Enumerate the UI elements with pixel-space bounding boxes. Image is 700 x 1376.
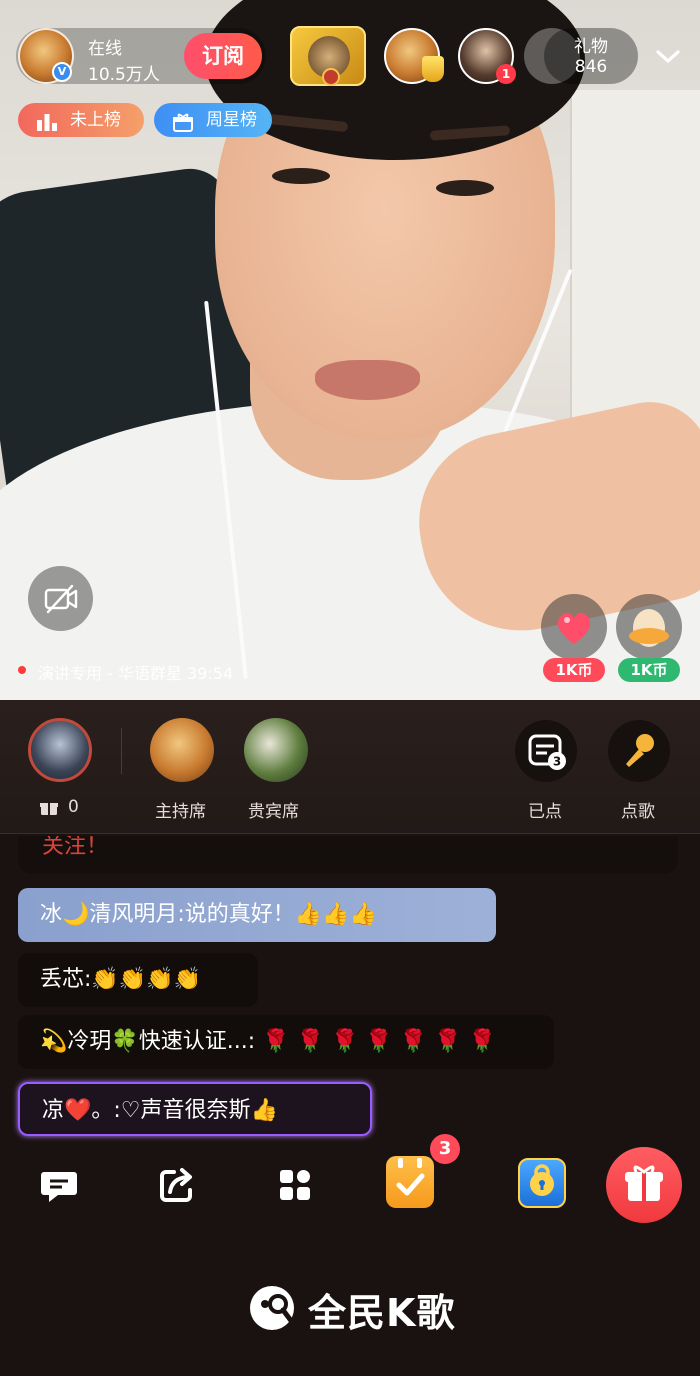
chat-message-faded: 关注！ — [18, 836, 678, 874]
requested-count: 3 — [553, 755, 561, 769]
video-mouth — [315, 360, 420, 400]
treasure-lock-button[interactable] — [518, 1158, 566, 1208]
share-icon — [160, 1168, 192, 1202]
song-info-text: 演讲专用 - 华语群星 39:54 — [38, 664, 234, 683]
verified-v-icon: V — [52, 62, 72, 82]
video-left-eye — [272, 168, 330, 184]
gift-icon — [40, 803, 58, 815]
top-fan-1-avatar[interactable] — [290, 26, 366, 86]
request-song-label: 点歌 — [621, 802, 655, 822]
gift-total-box[interactable]: 礼物 846 — [544, 28, 638, 84]
app-watermark-text: 全民K歌 — [308, 1291, 456, 1335]
seat-gift-count: 0 — [68, 797, 79, 817]
bar-chart-icon — [36, 110, 58, 131]
chat-message-vip[interactable]: 凉❤️。:♡声音很奈斯👍 — [18, 1082, 372, 1136]
egg-icon — [629, 609, 669, 647]
medal-icon — [322, 68, 340, 86]
playlist-icon: 3 — [528, 734, 566, 770]
gift-box-icon — [172, 110, 194, 132]
gift-label: 礼物 — [574, 37, 608, 57]
video-background-wall — [570, 90, 700, 450]
chat-message[interactable]: 丢芯:👏👏👏👏 — [18, 953, 258, 1007]
task-calendar-button[interactable] — [386, 1156, 434, 1208]
online-count: 10.5万人 — [88, 65, 160, 85]
chat-message-text: 凉❤️。:♡声音很奈斯👍 — [42, 1098, 278, 1123]
live-dot-icon — [18, 666, 26, 674]
chat-message[interactable]: 💫冷玥🍀快速认证...: 🌹 🌹 🌹 🌹 🌹 🌹 🌹 — [18, 1015, 554, 1069]
app-logo-icon — [250, 1286, 295, 1330]
requested-label: 已点 — [528, 802, 562, 822]
microphone-icon — [626, 734, 654, 767]
weekly-star-label: 周星榜 — [206, 110, 257, 130]
seat-divider — [121, 728, 122, 774]
task-badge: 3 — [430, 1134, 460, 1164]
comment-button[interactable] — [34, 1160, 84, 1210]
chat-message-text: 丢芯:👏👏👏👏 — [40, 967, 201, 992]
anchor-seat-avatar[interactable] — [28, 718, 92, 782]
online-label: 在线 — [88, 39, 122, 59]
chat-message-text: 冰🌙清风明月:说的真好！👍👍👍 — [40, 902, 377, 927]
top-fan-3-badge: 1 — [496, 64, 516, 84]
guest-seat-avatar[interactable] — [244, 718, 308, 782]
not-ranked-label: 未上榜 — [70, 110, 121, 130]
subscribe-button[interactable]: 订阅 — [184, 33, 262, 79]
comment-icon — [41, 1172, 77, 1202]
more-apps-button[interactable] — [270, 1160, 320, 1210]
grid-icon — [280, 1170, 310, 1200]
not-ranked-tag[interactable]: 未上榜 — [18, 103, 144, 137]
requested-songs-button[interactable]: 3 — [515, 720, 577, 782]
video-right-eye — [436, 180, 494, 196]
quick-gift-heart-price: 1K币 — [543, 658, 605, 682]
lock-icon — [530, 1164, 554, 1196]
song-info: 演讲专用 - 华语群星 39:54 — [18, 660, 233, 684]
gift-icon — [625, 1165, 663, 1201]
host-seat-label: 主持席 — [155, 802, 206, 822]
camera-off-icon — [44, 584, 78, 614]
heart-icon — [557, 612, 591, 644]
chevron-down-icon[interactable] — [652, 40, 684, 72]
request-song-button[interactable] — [608, 720, 670, 782]
quick-gift-egg[interactable] — [616, 594, 682, 660]
send-gift-button[interactable] — [606, 1147, 682, 1223]
host-seat-avatar[interactable] — [150, 718, 214, 782]
chat-message-text: 💫冷玥🍀快速认证...: 🌹 🌹 🌹 🌹 🌹 🌹 🌹 — [40, 1029, 496, 1054]
gift-count: 846 — [574, 57, 608, 77]
quick-gift-heart[interactable] — [541, 594, 607, 660]
chat-faded-text: 关注！ — [42, 836, 109, 859]
chat-message[interactable]: 冰🌙清风明月:说的真好！👍👍👍 — [18, 888, 496, 942]
seat-panel — [0, 700, 700, 834]
camera-off-button[interactable] — [28, 566, 93, 631]
share-button[interactable] — [152, 1160, 202, 1210]
quick-gift-egg-price: 1K币 — [618, 658, 680, 682]
trophy-icon — [422, 56, 444, 82]
guest-seat-label: 贵宾席 — [248, 802, 299, 822]
weekly-star-tag[interactable]: 周星榜 — [154, 103, 272, 137]
calendar-check-icon — [396, 1158, 425, 1196]
